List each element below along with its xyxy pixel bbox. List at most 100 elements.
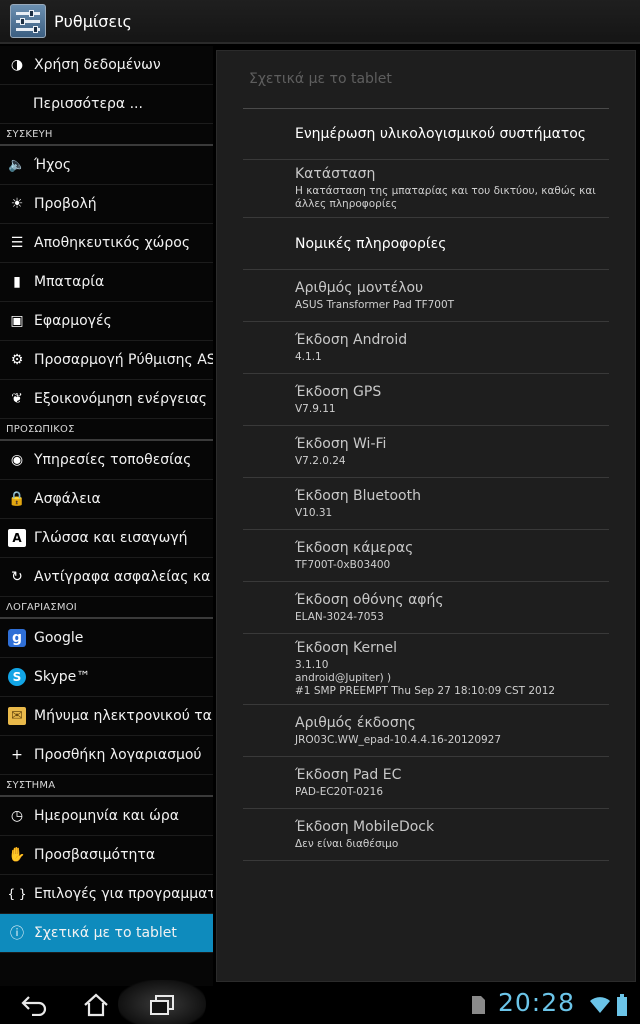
sidebar-item-label: Ήχος — [34, 157, 72, 173]
app-title: Ρυθμίσεις — [54, 11, 132, 31]
section-header: ΣΥΣΚΕΥΗ — [0, 124, 213, 146]
row-value: TF700T-0xB03400 — [295, 558, 391, 571]
battery-status-icon — [612, 986, 632, 1024]
row-title: Νομικές πληροφορίες — [295, 235, 447, 252]
sidebar-item[interactable]: A Γλώσσα και εισαγωγή — [0, 519, 213, 558]
section-header: ΣΥΣΤΗΜΑ — [0, 775, 213, 797]
language-icon: A — [8, 529, 26, 547]
action-bar: Ρυθμίσεις — [0, 0, 640, 44]
row-value: V7.9.11 — [295, 402, 336, 415]
row-value: Η κατάσταση της μπαταρίας και του δικτύο… — [295, 185, 596, 210]
sidebar-item[interactable]: ☰ Αποθηκευτικός χώρος — [0, 224, 213, 263]
backup-icon: ↻ — [11, 569, 23, 585]
sidebar-item[interactable]: ☀ Προβολή — [0, 185, 213, 224]
sidebar-item[interactable]: ▮ Μπαταρία — [0, 263, 213, 302]
storage-icon: ☰ — [10, 235, 24, 251]
plus-icon: + — [11, 747, 23, 763]
sidebar-item-label: Γλώσσα και εισαγωγή — [34, 530, 188, 546]
braces-icon: { } — [7, 887, 27, 901]
hand-icon: ✋ — [8, 847, 26, 863]
sidebar-item[interactable]: ▣ Εφαρμογές — [0, 302, 213, 341]
sidebar-item-label: Αποθηκευτικός χώρος — [34, 235, 191, 251]
sidebar-item-label: Εξοικονόμηση ενέργειας — [34, 391, 208, 407]
sidebar-item-label: Εφαρμογές — [34, 313, 112, 329]
email-icon: ✉ — [8, 707, 26, 725]
lock-icon: 🔒 — [8, 491, 26, 507]
data-usage-icon: ◑ — [10, 57, 24, 73]
status-clock: 20:28 — [498, 988, 576, 1017]
about-row: Έκδοση Kernel 3.1.10 android@Jupiter) ) #… — [243, 634, 609, 705]
row-title: Έκδοση Pad EC — [295, 766, 402, 783]
sidebar-item-label: Ημερομηνία και ώρα — [34, 808, 179, 824]
sidebar-item-label: Προσθήκη λογαριασμού — [34, 747, 202, 763]
sidebar-item[interactable]: + Προσθήκη λογαριασμού — [0, 736, 213, 775]
sidebar-item-label: Google — [34, 630, 84, 646]
sidebar-item-label: Αντίγραφα ασφαλείας κα — [34, 569, 211, 585]
about-row: Έκδοση Android 4.1.1 — [243, 322, 609, 374]
apps-icon: ▣ — [10, 313, 24, 329]
sidebar-item-label: Μπαταρία — [34, 274, 105, 290]
page-title: Σχετικά με το tablet — [249, 71, 392, 87]
sidebar-item[interactable]: ⚙ Προσαρμογή Ρύθμισης AS — [0, 341, 213, 380]
row-title: Αριθμός μοντέλου — [295, 279, 424, 296]
row-title: Έκδοση GPS — [295, 383, 382, 400]
about-row: Έκδοση οθόνης αφής ELAN-3024-7053 — [243, 582, 609, 634]
leaf-icon: ❦ — [11, 391, 23, 407]
recent-apps-icon[interactable] — [142, 986, 182, 1024]
row-value: V10.31 — [295, 506, 333, 519]
sidebar-item[interactable]: ❦ Εξοικονόμηση ενέργειας — [0, 380, 213, 419]
row-value: JRO03C.WW_epad-10.4.4.16-20120927 — [295, 733, 502, 746]
sidebar-item[interactable]: ◉ Υπηρεσίες τοποθεσίας — [0, 441, 213, 480]
system-navigation-bar: 20:28 — [0, 980, 640, 1024]
settings-sliders-icon[interactable] — [10, 4, 46, 38]
section-header: ΛΟΓΑΡΙΑΣΜΟΙ — [0, 597, 213, 619]
about-row: Έκδοση MobileDock Δεν είναι διαθέσιμο — [243, 809, 609, 861]
sidebar-item[interactable]: Περισσότερα ... — [0, 85, 213, 124]
home-icon[interactable] — [76, 986, 116, 1024]
sidebar-item[interactable]: ✉ Μήνυμα ηλεκτρονικού τα — [0, 697, 213, 736]
section-header: ΠΡΟΣΩΠΙΚΟΣ — [0, 419, 213, 441]
sd-card-icon — [466, 986, 490, 1024]
about-row: Αριθμός μοντέλου ASUS Transformer Pad TF7… — [243, 270, 609, 322]
sidebar-item[interactable]: { } Επιλογές για προγραμματ — [0, 875, 213, 914]
sidebar-item[interactable]: S Skype™ — [0, 658, 213, 697]
sidebar-item[interactable]: ◑ Χρήση δεδομένων — [0, 46, 213, 85]
row-value: PAD-EC20T-0216 — [295, 785, 384, 798]
google-icon: g — [8, 629, 26, 647]
gear-icon: ⚙ — [10, 352, 24, 368]
about-row: Αριθμός έκδοσης JRO03C.WW_epad-10.4.4.16-… — [243, 705, 609, 757]
about-row[interactable]: Νομικές πληροφορίες — [243, 218, 609, 270]
row-title: Έκδοση Bluetooth — [295, 487, 421, 504]
about-row[interactable]: Ενημέρωση υλικολογισμικού συστήματος — [243, 109, 609, 160]
sidebar-item[interactable]: ↻ Αντίγραφα ασφαλείας κα — [0, 558, 213, 597]
skype-icon: S — [8, 668, 26, 686]
sidebar-item[interactable]: 🔈 Ήχος — [0, 146, 213, 185]
row-title: Έκδοση Kernel — [295, 640, 398, 656]
sidebar-item-label: Μήνυμα ηλεκτρονικού τα — [34, 708, 212, 724]
row-title: Έκδοση Wi-Fi — [295, 435, 387, 452]
row-value: 4.1.1 — [295, 350, 322, 363]
about-row: Έκδοση κάμερας TF700T-0xB03400 — [243, 530, 609, 582]
sidebar-item[interactable]: g Google — [0, 619, 213, 658]
sidebar-item[interactable]: ◷ Ημερομηνία και ώρα — [0, 797, 213, 836]
wifi-icon — [588, 986, 612, 1024]
sound-icon: 🔈 — [8, 157, 26, 173]
display-icon: ☀ — [10, 196, 24, 212]
sidebar-item-label: Προβολή — [34, 196, 97, 212]
row-title: Αριθμός έκδοσης — [295, 714, 416, 731]
row-value: Δεν είναι διαθέσιμο — [295, 837, 399, 850]
sidebar-item[interactable]: 🔒 Ασφάλεια — [0, 480, 213, 519]
row-title: Έκδοση οθόνης αφής — [295, 591, 444, 608]
sidebar-item-label: Προσβασιμότητα — [34, 847, 156, 863]
about-row[interactable]: Κατάσταση Η κατάσταση της μπαταρίας και τ… — [243, 160, 609, 218]
about-list: Ενημέρωση υλικολογισμικού συστήματος Κατά… — [243, 109, 609, 861]
settings-sidebar: ◑ Χρήση δεδομένων Περισσότερα ... ΣΥΣΚΕΥΗ 🔈 Ή… — [0, 46, 213, 986]
back-icon[interactable] — [14, 986, 54, 1024]
sidebar-item-label: Υπηρεσίες τοποθεσίας — [34, 452, 192, 468]
sidebar-item-label: Σχετικά με το tablet — [34, 925, 177, 941]
row-value: ASUS Transformer Pad TF700T — [295, 298, 455, 311]
sidebar-item[interactable]: ⓘ Σχετικά με το tablet — [0, 914, 213, 953]
sidebar-item[interactable]: ✋ Προσβασιμότητα — [0, 836, 213, 875]
about-row: Έκδοση Wi-Fi V7.2.0.24 — [243, 426, 609, 478]
row-value: ELAN-3024-7053 — [295, 610, 384, 623]
